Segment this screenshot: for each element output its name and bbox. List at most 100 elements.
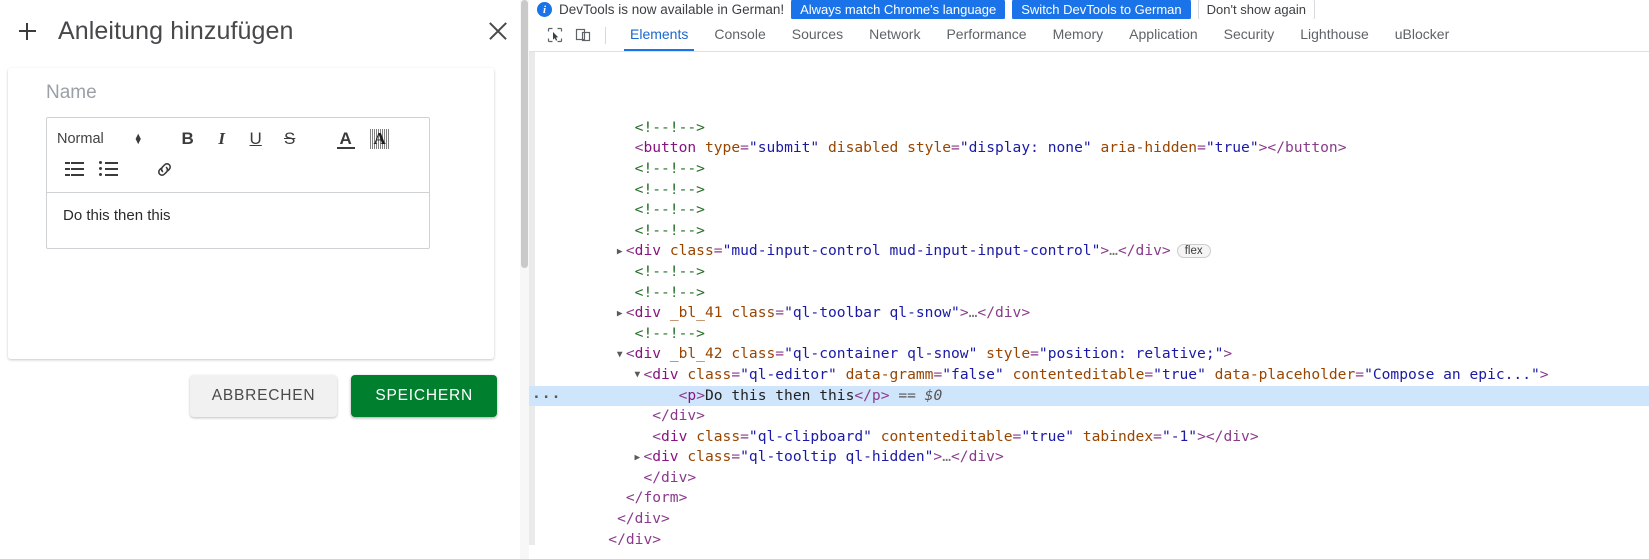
editor-toolbar: Normal ▲ ▼ B I U S A A bbox=[46, 117, 430, 192]
dom-node[interactable]: ▶ <div _bl_41 class="ql-toolbar ql-snow">… bbox=[529, 303, 1649, 324]
bullet-list-button[interactable] bbox=[91, 155, 125, 183]
dom-node[interactable]: <!--!--> bbox=[529, 200, 1649, 221]
text-color-button[interactable]: A bbox=[329, 125, 363, 153]
tab-memory[interactable]: Memory bbox=[1040, 19, 1117, 51]
expand-arrow-icon[interactable] bbox=[626, 180, 635, 201]
device-toolbar-icon[interactable] bbox=[570, 23, 596, 47]
dom-comment: <!--!--> bbox=[634, 180, 705, 198]
expand-arrow-icon[interactable] bbox=[608, 510, 617, 531]
flex-badge[interactable]: flex bbox=[1176, 243, 1211, 258]
dom-tree[interactable]: <!--!--> <button type="submit" disabled … bbox=[529, 52, 1649, 545]
format-picker[interactable]: Normal ▲ ▼ bbox=[57, 131, 149, 147]
background-color-button[interactable]: A bbox=[363, 125, 397, 153]
dom-node[interactable]: </form> bbox=[529, 488, 1649, 509]
dom-close-tag: </div> bbox=[643, 468, 697, 486]
ordered-list-button[interactable] bbox=[57, 155, 91, 183]
expand-arrow-icon[interactable] bbox=[626, 324, 635, 345]
devtools-tabbar: Elements Console Sources Network Performance… bbox=[529, 19, 1649, 52]
expand-arrow-icon[interactable] bbox=[670, 386, 679, 407]
link-button[interactable] bbox=[147, 155, 181, 183]
dom-node[interactable]: <!--!--> bbox=[529, 159, 1649, 180]
always-match-language-button[interactable]: Always match Chrome's language bbox=[791, 0, 1006, 19]
dom-node[interactable]: ▶ <div class="ql-tooltip ql-hidden">…</di… bbox=[529, 447, 1649, 468]
dom-node[interactable]: </div> bbox=[529, 406, 1649, 427]
dom-node[interactable]: </div> bbox=[529, 468, 1649, 489]
bold-button[interactable]: B bbox=[171, 125, 205, 153]
info-icon: i bbox=[537, 2, 552, 17]
expand-arrow-icon[interactable]: ▼ bbox=[617, 345, 626, 366]
dom-close-tag: </form> bbox=[625, 489, 688, 507]
switch-to-german-button[interactable]: Switch DevTools to German bbox=[1012, 0, 1191, 19]
editor-toolbar-row-2 bbox=[57, 154, 419, 184]
dom-node[interactable]: <div class="ql-clipboard" contenteditabl… bbox=[529, 427, 1649, 448]
expand-arrow-icon[interactable] bbox=[626, 221, 635, 242]
devtools-tab-list: Elements Console Sources Network Performance… bbox=[617, 19, 1462, 51]
expand-arrow-icon[interactable] bbox=[643, 407, 652, 428]
dom-node[interactable]: <!--!--> bbox=[529, 324, 1649, 345]
strikethrough-button[interactable]: S bbox=[273, 125, 307, 153]
dom-node[interactable]: ▼ <div _bl_42 class="ql-container ql-snow… bbox=[529, 344, 1649, 365]
app-scrollbar[interactable] bbox=[520, 0, 529, 559]
expand-arrow-icon[interactable]: ▶ bbox=[617, 242, 626, 263]
dom-node[interactable]: <!--!--> bbox=[529, 180, 1649, 201]
underline-button[interactable]: U bbox=[239, 125, 273, 153]
dom-comment: <!--!--> bbox=[634, 283, 705, 301]
expand-arrow-icon[interactable]: ▶ bbox=[617, 304, 626, 325]
tab-sources[interactable]: Sources bbox=[779, 19, 856, 51]
tab-application[interactable]: Application bbox=[1116, 19, 1211, 51]
inspect-element-icon[interactable] bbox=[542, 23, 568, 47]
dom-node[interactable]: </div> bbox=[529, 509, 1649, 530]
device-toolbar-glyph bbox=[575, 28, 591, 42]
background-color-letter: A bbox=[373, 129, 386, 148]
tab-elements[interactable]: Elements bbox=[617, 19, 701, 51]
editor-paragraph: Do this then this bbox=[63, 207, 171, 224]
dom-node[interactable]: </div> bbox=[529, 530, 1649, 545]
dom-node[interactable]: <!--!--> bbox=[529, 118, 1649, 139]
dom-node[interactable]: <!--!--> bbox=[529, 283, 1649, 304]
toolbar-divider bbox=[605, 26, 606, 44]
name-field-label: Name bbox=[46, 82, 97, 103]
plus-icon[interactable] bbox=[10, 14, 44, 48]
text-color-bar-icon bbox=[336, 147, 355, 149]
editor-content-area[interactable]: Do this then this bbox=[46, 192, 430, 249]
italic-button[interactable]: I bbox=[205, 125, 239, 153]
dom-node[interactable]: <!--!--> bbox=[529, 221, 1649, 242]
tab-lighthouse[interactable]: Lighthouse bbox=[1287, 19, 1382, 51]
expand-arrow-icon[interactable] bbox=[643, 427, 652, 448]
dont-show-again-button[interactable]: Don't show again bbox=[1197, 0, 1315, 19]
app-dialog-pane: Anleitung hinzufügen Name Normal ▲ ▼ B I … bbox=[0, 0, 529, 559]
save-button[interactable]: SPEICHERN bbox=[351, 375, 497, 417]
expand-arrow-icon[interactable] bbox=[599, 530, 608, 545]
expand-arrow-icon[interactable] bbox=[626, 159, 635, 180]
format-picker-label: Normal bbox=[57, 131, 104, 147]
selected-node-ref: == $0 bbox=[898, 386, 943, 404]
dom-node[interactable]: <button type="submit" disabled style="di… bbox=[529, 138, 1649, 159]
tab-ublocker[interactable]: uBlocker bbox=[1382, 19, 1462, 51]
expand-arrow-icon[interactable] bbox=[626, 283, 635, 304]
tab-security[interactable]: Security bbox=[1211, 19, 1288, 51]
expand-arrow-icon[interactable] bbox=[634, 468, 643, 489]
dom-comment: <!--!--> bbox=[634, 159, 705, 177]
dom-node-selected[interactable]: ... <p>Do this then this</p> == $0 bbox=[529, 385, 1649, 407]
expand-arrow-icon[interactable] bbox=[626, 201, 635, 222]
tab-performance[interactable]: Performance bbox=[933, 19, 1039, 51]
dom-node[interactable]: ▼ <div class="ql-editor" data-gramm="fals… bbox=[529, 365, 1649, 386]
devtools-language-banner: i DevTools is now available in German! A… bbox=[529, 0, 1649, 19]
expand-arrow-icon[interactable] bbox=[626, 118, 635, 139]
dom-comment: <!--!--> bbox=[634, 118, 705, 136]
cancel-button[interactable]: ABBRECHEN bbox=[189, 375, 338, 417]
dom-node[interactable]: ▶ <div class="mud-input-control mud-input… bbox=[529, 241, 1649, 262]
tab-console[interactable]: Console bbox=[701, 19, 778, 51]
expand-arrow-icon[interactable]: ▶ bbox=[634, 448, 643, 469]
expand-arrow-icon[interactable]: ▼ bbox=[634, 365, 643, 386]
tab-network[interactable]: Network bbox=[856, 19, 933, 51]
rich-text-editor: Normal ▲ ▼ B I U S A A Do this then this bbox=[46, 117, 430, 249]
expand-arrow-icon[interactable] bbox=[626, 139, 635, 160]
dom-node[interactable]: <!--!--> bbox=[529, 262, 1649, 283]
dom-close-tag: </div> bbox=[652, 407, 705, 425]
expand-arrow-icon[interactable] bbox=[617, 489, 626, 510]
app-scrollbar-thumb[interactable] bbox=[521, 0, 528, 268]
close-icon[interactable] bbox=[485, 18, 511, 44]
expand-arrow-icon[interactable] bbox=[626, 262, 635, 283]
text-color-letter: A bbox=[339, 129, 352, 148]
